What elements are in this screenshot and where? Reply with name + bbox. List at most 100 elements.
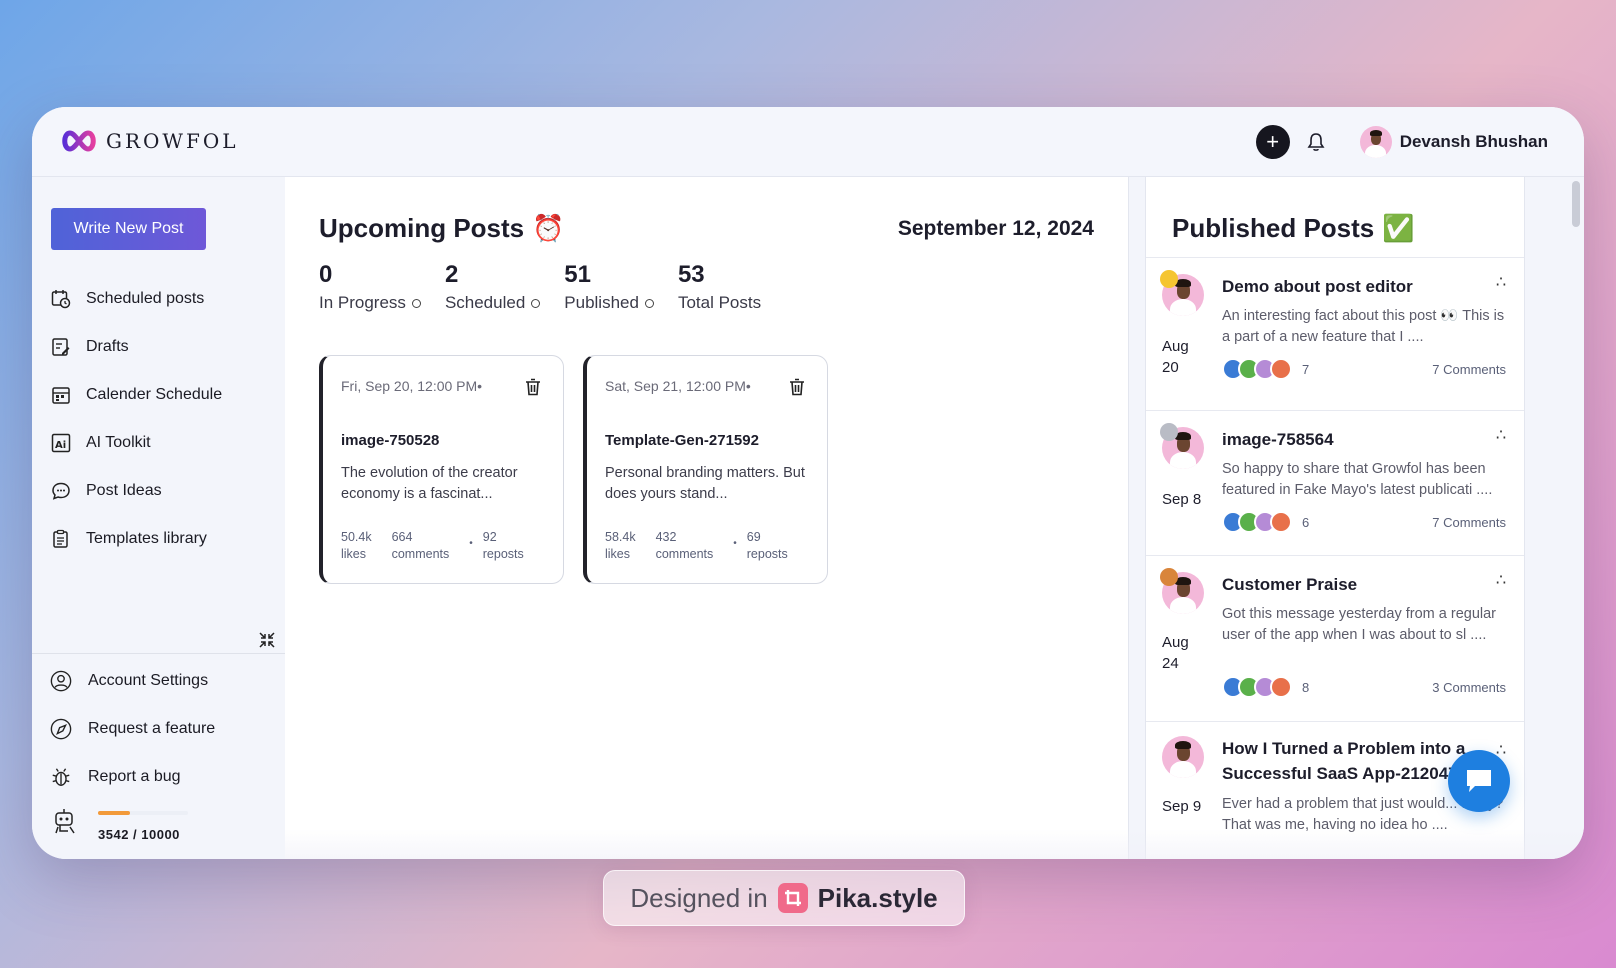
create-button[interactable]: + (1255, 125, 1290, 159)
watermark-brand: Pika.style (817, 882, 938, 913)
post-metrics: 50.4k likes 664 comments • 92 reposts (341, 529, 544, 563)
stat-value: 51 (564, 261, 591, 288)
reaction-count: 6 (1302, 514, 1310, 530)
post-date: Sep 9 (1162, 798, 1202, 815)
bug-icon (50, 766, 72, 788)
sidebar-item-label: Account Settings (88, 672, 209, 689)
bell-icon (1307, 133, 1325, 151)
watermark-prefix: Designed in (630, 882, 768, 913)
author-avatar (1160, 423, 1204, 469)
reposts-label: reposts (746, 547, 788, 561)
user-circle-icon (50, 670, 72, 692)
stat-published[interactable]: 51 Published (564, 261, 654, 313)
sidebar-nav: Scheduled posts Drafts Calender Schedule… (50, 275, 222, 563)
more-options-button[interactable]: ∴ (1496, 272, 1506, 292)
plus-icon: + (1266, 129, 1280, 154)
check-mark-icon: ✅ (1382, 213, 1415, 243)
post-title: How I Turned a Problem into a Successful… (1222, 739, 1466, 783)
logo[interactable]: GROWFOL (60, 129, 239, 153)
logo-text: GROWFOL (106, 129, 239, 153)
stat-in-progress[interactable]: 0 In Progress (319, 261, 421, 313)
stat-label: Total Posts (677, 293, 762, 312)
calendar-clock-icon (50, 288, 72, 310)
published-post-item[interactable]: Aug 20 Demo about post editor ∴ An intere… (1146, 258, 1524, 410)
write-new-post-button[interactable]: Write New Post (51, 208, 206, 250)
sidebar-item-label: Post Ideas (86, 482, 162, 499)
post-excerpt: Got this message yesterday from a regula… (1222, 606, 1497, 643)
top-actions: + Devansh Bhushan (1255, 125, 1548, 159)
author-avatar (1160, 568, 1204, 614)
likes-label: likes (341, 547, 367, 561)
stat-value: 0 (319, 261, 333, 288)
collapse-sidebar-button[interactable] (258, 631, 276, 649)
sidebar-item-post-ideas[interactable]: Post Ideas (50, 467, 222, 515)
post-title: Demo about post editor (1222, 277, 1413, 296)
sidebar-item-label: Report a bug (88, 768, 181, 785)
comments-link[interactable]: 3 Comments (1432, 680, 1506, 695)
trash-icon (526, 378, 540, 396)
author-avatar (1160, 270, 1204, 316)
separator-dot: • (733, 538, 737, 549)
reposts-count: 69 (746, 530, 761, 544)
likes-count: 50.4k (341, 530, 372, 544)
delete-post-button[interactable] (789, 378, 807, 398)
love-reaction-icon (1270, 511, 1292, 533)
post-title: image-758564 (1222, 430, 1334, 449)
post-metrics: 58.4k likes 432 comments • 69 reposts (605, 529, 808, 563)
page-title: Upcoming Posts ⏰ (319, 213, 565, 244)
comments-count: 432 (655, 530, 677, 544)
current-date: September 12, 2024 (897, 217, 1094, 240)
more-options-button[interactable]: ∴ (1496, 425, 1506, 445)
sidebar-item-templates-library[interactable]: Templates library (50, 515, 222, 563)
published-posts-area: Published Posts ✅ Aug 20 Demo about post … (1128, 177, 1584, 859)
comments-link[interactable]: 7 Comments (1432, 515, 1506, 530)
published-post-item[interactable]: Aug 24 Customer Praise ∴ Got this message… (1146, 556, 1524, 721)
scrollbar[interactable] (1572, 181, 1580, 227)
sidebar-item-label: Request a feature (88, 720, 216, 737)
published-title: Published Posts ✅ (1172, 213, 1415, 244)
sidebar-item-label: Calender Schedule (86, 386, 223, 403)
post-excerpt: The evolution of the creator economy is … (341, 465, 518, 502)
reactions[interactable]: 6 (1222, 511, 1309, 533)
stat-scheduled[interactable]: 2 Scheduled (444, 261, 541, 313)
stat-total-posts[interactable]: 53 Total Posts (678, 261, 761, 313)
love-reaction-icon (1270, 676, 1292, 698)
post-excerpt: So happy to share that Growfol has been … (1222, 461, 1493, 498)
upcoming-post-cards: Fri, Sep 20, 12:00 PM• image-750528 The … (319, 355, 828, 584)
post-card[interactable]: Sat, Sep 21, 12:00 PM• Template-Gen-2715… (583, 355, 828, 584)
stat-label: Scheduled (444, 293, 526, 312)
notifications-button[interactable] (1304, 130, 1328, 154)
status-dot-icon (644, 298, 654, 308)
sidebar-item-ai-toolkit[interactable]: Ai AI Toolkit (50, 419, 222, 467)
sidebar-item-calender-schedule[interactable]: Calender Schedule (50, 371, 222, 419)
sidebar-item-account-settings[interactable]: Account Settings (50, 657, 215, 705)
sidebar-item-request-feature[interactable]: Request a feature (50, 705, 215, 753)
app-window: GROWFOL + Devansh Bhushan Write New Post… (32, 107, 1584, 859)
comments-count: 664 (391, 530, 413, 544)
sidebar-item-scheduled-posts[interactable]: Scheduled posts (50, 275, 222, 323)
love-reaction-icon (1270, 358, 1292, 380)
post-card[interactable]: Fri, Sep 20, 12:00 PM• image-750528 The … (319, 355, 564, 584)
rank-badge-icon (1160, 270, 1178, 288)
rank-badge-icon (1160, 423, 1178, 441)
stat-value: 53 (677, 261, 705, 288)
credit-progress-fill (98, 811, 130, 815)
sidebar-item-label: Templates library (86, 530, 207, 547)
published-post-item[interactable]: Sep 8 image-758564 ∴ So happy to share t… (1146, 411, 1524, 555)
reactions[interactable]: 7 (1222, 358, 1309, 380)
rank-badge-icon (1160, 568, 1178, 586)
likes-label: likes (605, 547, 631, 561)
chat-support-button[interactable] (1448, 750, 1510, 812)
more-options-button[interactable]: ∴ (1496, 570, 1506, 590)
sidebar-item-drafts[interactable]: Drafts (50, 323, 222, 371)
sidebar-bottom-nav: Account Settings Request a feature Repor… (50, 657, 215, 801)
delete-post-button[interactable] (525, 378, 543, 398)
credit-count: 3542 / 10000 (98, 827, 180, 842)
comments-link[interactable]: 7 Comments (1432, 362, 1506, 377)
stat-label: In Progress (319, 293, 406, 312)
sidebar-item-report-bug[interactable]: Report a bug (50, 753, 215, 801)
reactions[interactable]: 8 (1222, 676, 1309, 698)
user-menu[interactable]: Devansh Bhushan (1359, 126, 1548, 158)
separator-dot: • (469, 538, 473, 549)
reaction-count: 8 (1302, 679, 1310, 695)
